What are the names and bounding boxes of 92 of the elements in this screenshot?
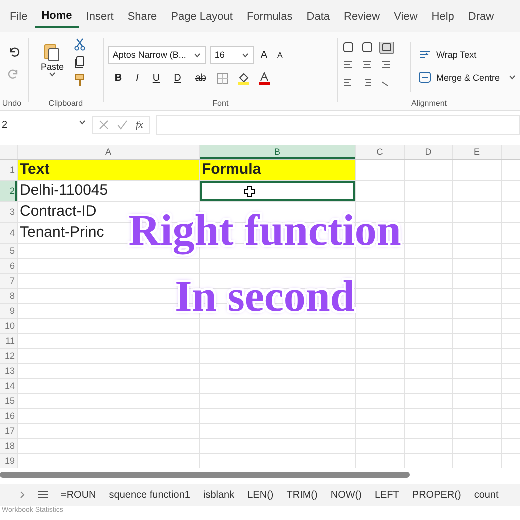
caption-text: In second [175, 273, 355, 321]
redo-icon[interactable] [8, 68, 20, 80]
scrollbar-thumb[interactable] [0, 472, 410, 478]
row-header[interactable]: 11 [0, 334, 17, 348]
copy-icon[interactable] [74, 56, 86, 69]
format-button[interactable]: ab [192, 73, 210, 84]
row-header[interactable]: 3 [0, 202, 17, 222]
sheet-tab[interactable]: squence function1 [109, 490, 190, 500]
cross-cursor-icon [244, 186, 256, 198]
row-header[interactable]: 12 [0, 349, 17, 363]
row-header[interactable]: 6 [0, 259, 17, 273]
cancel-icon[interactable] [99, 120, 109, 130]
font-name-dropdown[interactable]: Aptos Narrow (B... [108, 46, 206, 64]
ribbon-tab[interactable]: Page Layout [164, 5, 240, 27]
ribbon-tab[interactable]: Help [424, 5, 462, 27]
ribbon-tab[interactable]: File [3, 5, 35, 27]
ribbon-tab[interactable]: Insert [79, 5, 121, 27]
merge-icon [419, 72, 432, 83]
row-header[interactable]: 8 [0, 289, 17, 303]
brush-icon[interactable] [74, 74, 86, 87]
format-button[interactable]: U [150, 73, 164, 84]
sheet-tab[interactable]: TRIM() [286, 490, 318, 500]
sheet-tab[interactable]: NOW() [330, 490, 362, 500]
ribbon-tab[interactable]: Share [120, 5, 164, 27]
cell-text: Tenant-Princ [20, 224, 104, 241]
row-header[interactable]: 4 [0, 223, 17, 243]
menu-icon[interactable] [38, 491, 48, 499]
sheet-tab[interactable]: PROPER() [412, 490, 462, 500]
ribbon-tab[interactable]: Draw [461, 5, 502, 27]
caret-icon [509, 75, 516, 80]
font-size-dropdown[interactable]: 16 [210, 46, 254, 64]
wrap-text-icon [419, 50, 432, 60]
row-header[interactable]: 7 [0, 274, 17, 288]
ribbon-tab[interactable]: Home [34, 4, 80, 28]
group-label: Alignment [410, 99, 448, 108]
row-header[interactable]: 17 [0, 424, 17, 438]
table-cell: Text [18, 160, 199, 180]
row-header[interactable]: 16 [0, 409, 17, 423]
ribbon-tab[interactable]: View [387, 5, 425, 27]
clipboard-icon [43, 42, 62, 62]
cell-text: Delhi-110045 [20, 182, 108, 199]
caption-text: Right function [128, 207, 402, 255]
borders-icon[interactable] [217, 72, 230, 84]
undo-icon[interactable] [8, 46, 20, 58]
row-header[interactable]: 10 [0, 319, 17, 333]
ribbon-tab[interactable]: Data [300, 5, 338, 27]
group-label: Clipboard [48, 99, 84, 108]
scissors-icon[interactable] [74, 38, 86, 51]
grow-font-button[interactable]: A [258, 50, 271, 60]
wrap-text-button[interactable]: Wrap Text [419, 50, 516, 60]
column-header[interactable]: A [18, 145, 199, 159]
column-header[interactable]: D [405, 145, 452, 159]
formula-input[interactable] [156, 115, 520, 135]
ribbon-tab[interactable]: Formulas [240, 5, 300, 27]
fill-color-icon[interactable] [237, 72, 250, 85]
caret-icon[interactable] [48, 72, 56, 77]
row-header[interactable]: 15 [0, 394, 17, 408]
row-header[interactable]: 1 [0, 160, 17, 180]
row-header[interactable]: 14 [0, 379, 17, 393]
sheet-tab[interactable]: =ROUN [61, 490, 96, 500]
shrink-font-button[interactable]: A [274, 50, 286, 60]
column-header[interactable]: E [453, 145, 501, 159]
group-label: Undo [1, 99, 23, 108]
name-box[interactable]: 2 [0, 120, 92, 130]
row-header[interactable]: 19 [0, 454, 17, 468]
row-header[interactable]: 18 [0, 439, 17, 453]
column-header[interactable]: B [200, 145, 355, 159]
row-header[interactable]: 2 [0, 181, 17, 201]
row-header[interactable]: 5 [0, 244, 17, 258]
cell-text: Contract-ID [20, 203, 97, 220]
ribbon-tab[interactable]: Review [337, 5, 388, 27]
format-button[interactable]: D [171, 73, 184, 84]
sheet-tab[interactable]: LEFT [374, 490, 400, 500]
sheet-tab[interactable]: isblank [203, 490, 235, 500]
insert-function-button[interactable]: fx [136, 120, 144, 130]
row-header[interactable]: 13 [0, 364, 17, 378]
caret-icon [79, 120, 86, 124]
sheet-tab[interactable]: LEN() [248, 490, 274, 500]
column-header[interactable]: C [356, 145, 404, 159]
row-header[interactable]: 9 [0, 304, 17, 318]
sheet-tab[interactable]: count [474, 490, 499, 500]
caret-icon [194, 52, 201, 58]
group-label: Font [212, 99, 230, 108]
merge-centre-button[interactable]: Merge & Centre [419, 72, 516, 83]
format-button[interactable]: I [133, 73, 142, 84]
paste-button[interactable]: Paste [40, 38, 64, 87]
table-cell: Formula [200, 160, 355, 180]
check-icon[interactable] [117, 120, 128, 130]
next-sheet-icon[interactable] [20, 491, 25, 499]
caret-icon [242, 52, 249, 58]
format-button[interactable]: B [112, 73, 126, 84]
font-color-icon[interactable] [258, 72, 272, 85]
